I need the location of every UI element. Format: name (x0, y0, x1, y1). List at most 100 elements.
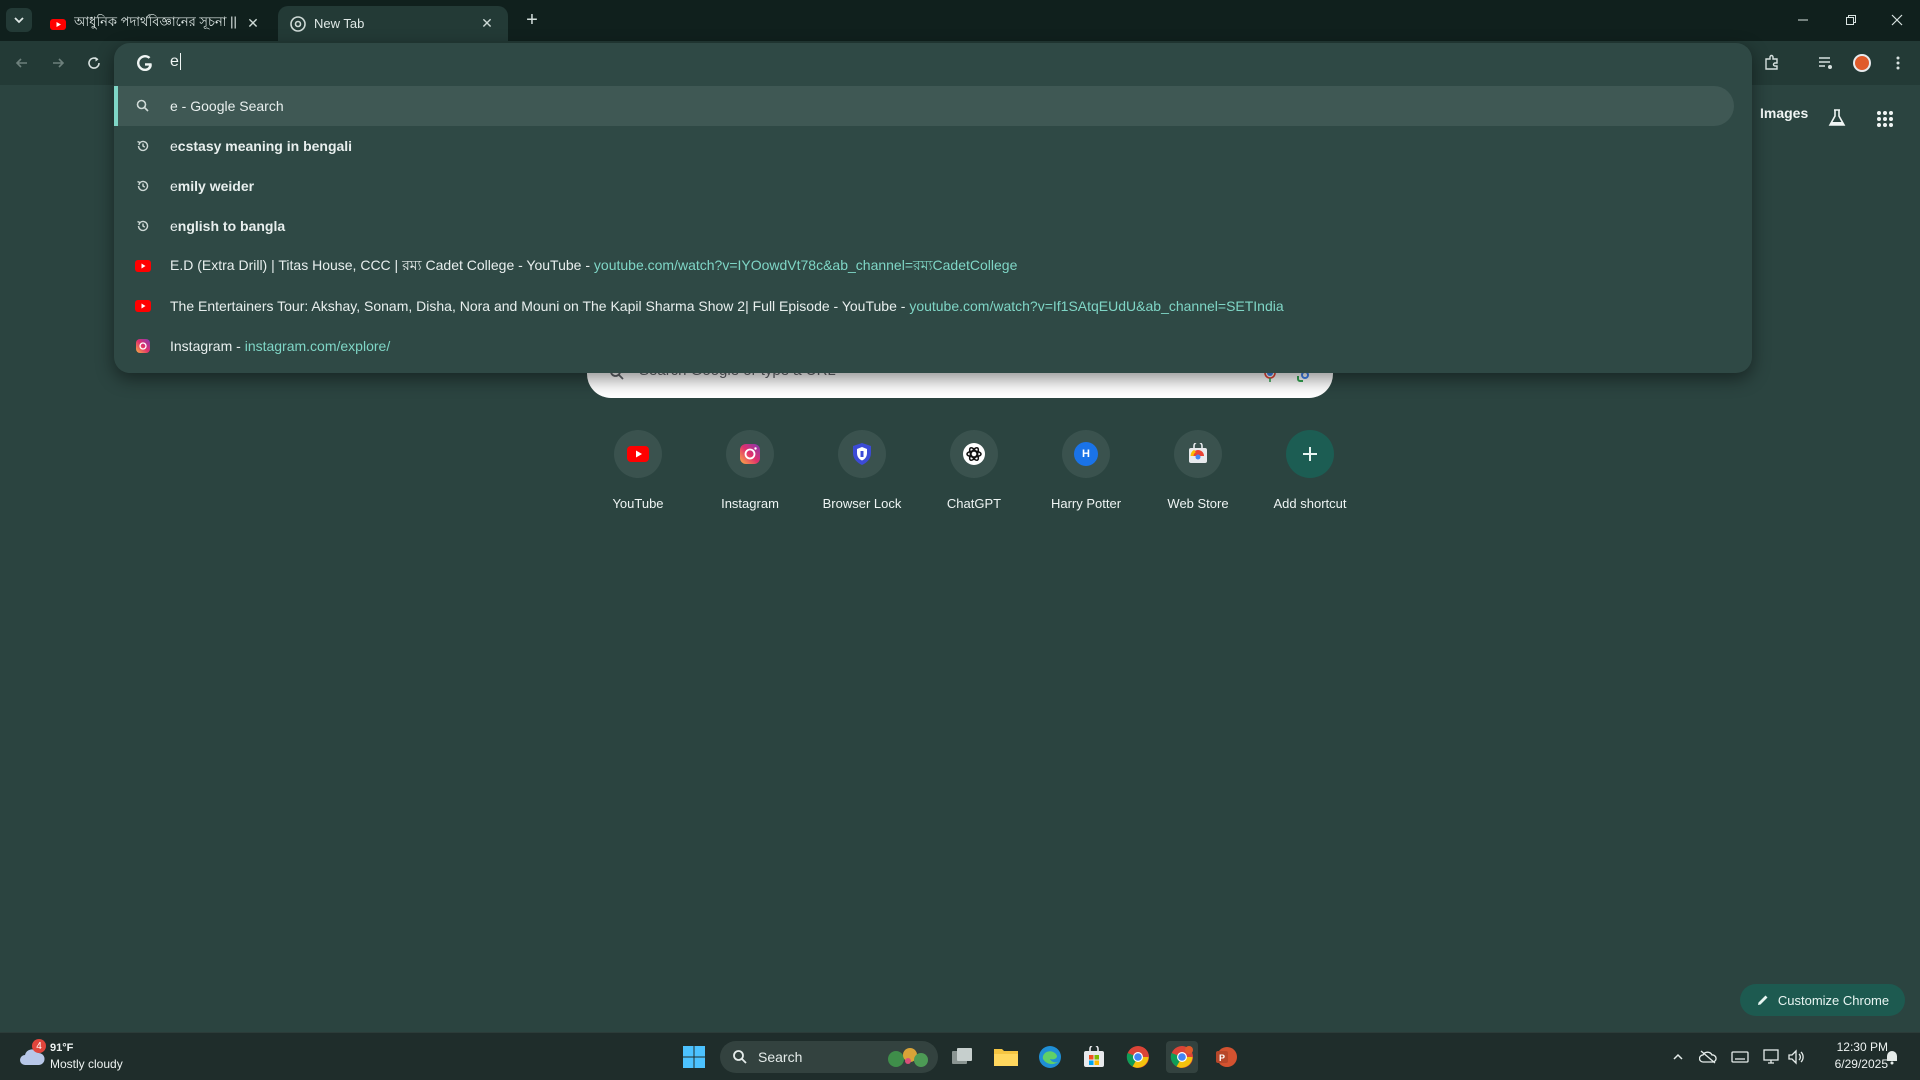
weather-widget[interactable]: 4 91°F Mostly cloudy (14, 1039, 154, 1075)
shortcut-youtube[interactable]: YouTube (582, 430, 694, 511)
images-link[interactable]: Images (1760, 105, 1808, 121)
suggestion-page[interactable]: The Entertainers Tour: Akshay, Sonam, Di… (114, 286, 1734, 326)
cloud-off-icon (1699, 1050, 1717, 1064)
weather-desc: Mostly cloudy (50, 1057, 123, 1071)
network-icon (1763, 1049, 1779, 1064)
shortcut-label: Browser Lock (822, 496, 902, 511)
suggestion-page[interactable]: Instagram - instagram.com/explore/ (114, 326, 1734, 366)
microsoft-store-button[interactable] (1078, 1041, 1110, 1073)
history-icon (135, 138, 151, 154)
tab-title: New Tab (314, 16, 365, 31)
shortcut-label: Harry Potter (1050, 496, 1122, 511)
suggestion-text: e - Google Search (170, 98, 284, 114)
shortcut-web-store[interactable]: Web Store (1142, 430, 1254, 511)
task-view-button[interactable] (946, 1041, 978, 1073)
suggestion-text: emily weider (170, 178, 255, 194)
network-tray[interactable] (1762, 1047, 1782, 1067)
store-icon (1084, 1046, 1104, 1067)
chrome-taskbar-button[interactable] (1122, 1041, 1154, 1073)
profile-avatar[interactable] (1848, 49, 1876, 77)
back-button[interactable] (8, 49, 36, 77)
onedrive-tray[interactable] (1698, 1047, 1718, 1067)
shortcut-tile (726, 430, 774, 478)
chrome-icon (290, 15, 306, 32)
weather-badge: 4 (32, 1039, 46, 1053)
powerpoint-button[interactable]: P (1210, 1041, 1242, 1073)
clock[interactable]: 12:30 PM 6/29/2025 (1812, 1039, 1888, 1073)
windows-taskbar: 4 91°F Mostly cloudy Search P 12:30 PM 6… (0, 1032, 1920, 1080)
address-bar[interactable]: e (114, 43, 1752, 83)
keyboard-icon (1731, 1051, 1749, 1063)
shortcut-label: Instagram (721, 496, 779, 511)
suggestion-history[interactable]: emily weider (114, 166, 1734, 206)
avatar (1853, 54, 1871, 72)
show-hidden-icons[interactable] (1668, 1047, 1688, 1067)
queue-music-icon (1819, 57, 1832, 69)
shortcut-browser-lock[interactable]: Browser Lock (806, 430, 918, 511)
suggestion-page[interactable]: E.D (Extra Drill) | Titas House, CCC | র… (114, 246, 1734, 286)
shortcut-harry-potter[interactable]: H Harry Potter (1030, 430, 1142, 511)
shortcut-label: Web Store (1167, 496, 1229, 511)
svg-text:P: P (1219, 1053, 1225, 1063)
letter-h-icon: H (1074, 442, 1098, 466)
shortcut-chatgpt[interactable]: ChatGPT (918, 430, 1030, 511)
history-icon (135, 218, 151, 234)
address-bar-text[interactable]: e (170, 53, 181, 71)
youtube-icon (50, 18, 66, 30)
shortcut-instagram[interactable]: Instagram (694, 430, 806, 511)
customize-chrome-button[interactable]: Customize Chrome (1740, 984, 1905, 1016)
suggestion-search[interactable]: e - Google Search (114, 86, 1734, 126)
youtube-icon (135, 298, 151, 314)
shortcut-add[interactable]: Add shortcut (1254, 430, 1366, 511)
google-apps-button[interactable] (1876, 110, 1894, 131)
chevron-up-icon (1673, 1053, 1683, 1060)
keyboard-tray[interactable] (1730, 1047, 1750, 1067)
instagram-icon (135, 338, 151, 354)
close-icon[interactable]: ✕ (478, 15, 496, 33)
search-icon (135, 98, 151, 114)
suggestion-history[interactable]: english to bangla (114, 206, 1734, 246)
chrome-icon (1170, 1046, 1193, 1068)
taskbar-search-label: Search (758, 1049, 803, 1065)
reload-button[interactable] (80, 49, 108, 77)
suggestion-text: ecstasy meaning in bengali (170, 138, 353, 154)
puzzle-icon (1765, 54, 1778, 70)
tab-physics-video[interactable]: আধুনিক পদার্থবিজ্ঞানের সূচনা || ✕ (38, 6, 274, 41)
edge-button[interactable] (1034, 1041, 1066, 1073)
pencil-icon (1757, 995, 1768, 1005)
notifications-button[interactable] (1882, 1047, 1902, 1067)
tab-new-tab[interactable]: New Tab ✕ (278, 6, 508, 41)
minimize-icon (1798, 19, 1808, 21)
start-button[interactable] (678, 1041, 710, 1073)
new-tab-button[interactable]: + (520, 8, 544, 32)
suggestion-history[interactable]: ecstasy meaning in bengali (114, 126, 1734, 166)
suggestion-text: Instagram - instagram.com/explore/ (170, 338, 391, 354)
chrome-profile-taskbar-button[interactable] (1166, 1041, 1198, 1073)
shortcut-label: Add shortcut (1273, 496, 1347, 511)
file-explorer-button[interactable] (990, 1041, 1022, 1073)
extensions-button[interactable] (1758, 49, 1786, 77)
clock-date: 6/29/2025 (1834, 1057, 1888, 1071)
labs-button[interactable] (1827, 108, 1847, 131)
chrome-icon (1126, 1046, 1149, 1068)
close-window-button[interactable] (1874, 0, 1920, 40)
suggestion-url: youtube.com/watch?v=If1SAtqEUdU&ab_chann… (909, 298, 1284, 314)
shortcut-tile: H (1062, 430, 1110, 478)
tab-search-button[interactable] (6, 8, 32, 32)
taskbar-search[interactable]: Search (720, 1041, 938, 1073)
media-controls-button[interactable] (1812, 49, 1840, 77)
more-vertical-icon (1896, 56, 1900, 70)
chrome-menu-button[interactable] (1884, 49, 1912, 77)
minimize-button[interactable] (1780, 0, 1826, 40)
close-icon[interactable]: ✕ (244, 15, 262, 33)
flask-icon (1828, 109, 1846, 126)
shield-icon (853, 443, 871, 465)
forward-button[interactable] (44, 49, 72, 77)
shortcut-label: YouTube (612, 496, 664, 511)
title-bar: আধুনিক পদার্থবিজ্ঞানের সূচনা || ✕ New Ta… (0, 0, 1920, 41)
clock-time: 12:30 PM (1836, 1040, 1888, 1054)
restore-button[interactable] (1828, 0, 1874, 40)
bell-icon (1887, 1051, 1897, 1065)
tab-title: আধুনিক পদার্থবিজ্ঞানের সূচনা || (74, 14, 237, 29)
volume-tray[interactable] (1786, 1047, 1806, 1067)
